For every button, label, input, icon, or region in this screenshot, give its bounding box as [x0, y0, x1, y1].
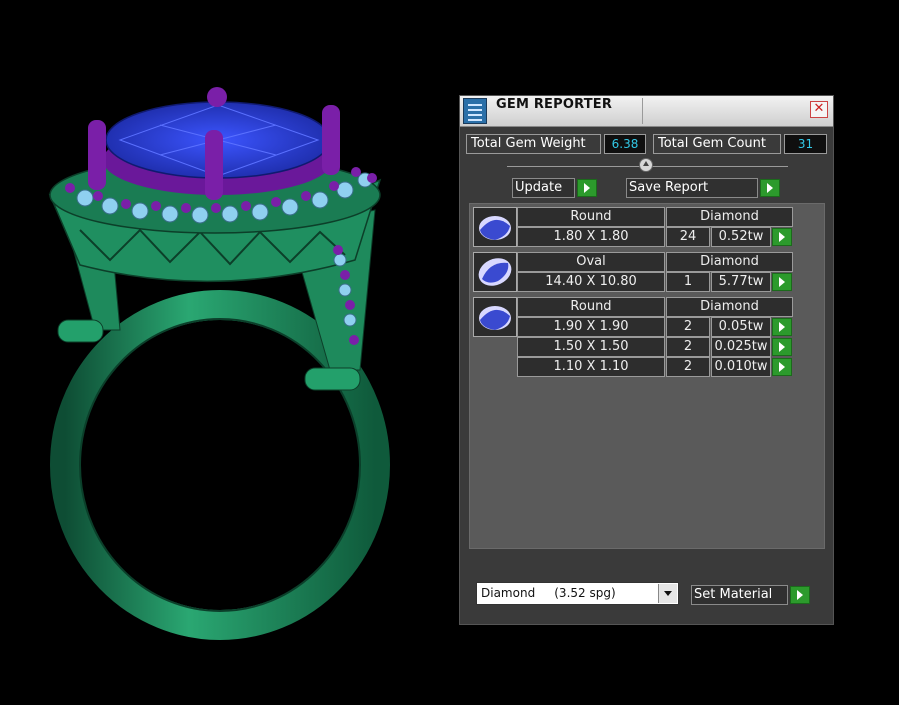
- save-report-go-icon[interactable]: [760, 179, 780, 197]
- gem-size: 14.40 X 10.80: [517, 272, 665, 292]
- gem-row-go-icon[interactable]: [772, 228, 792, 246]
- ring-3d-viewport[interactable]: [0, 0, 450, 701]
- gem-weight: 0.52tw: [711, 227, 771, 247]
- gem-oval-icon[interactable]: [473, 252, 517, 292]
- update-button-label: Update: [515, 180, 563, 195]
- gem-count: 1: [666, 272, 710, 292]
- gem-weight: 0.05tw: [711, 317, 771, 337]
- gem-count: 2: [666, 357, 710, 377]
- slider-handle[interactable]: [639, 158, 653, 172]
- save-report-button[interactable]: Save Report: [626, 178, 758, 198]
- update-button[interactable]: Update: [512, 178, 575, 198]
- gem-material: Diamond: [666, 252, 793, 272]
- gem-count: 24: [666, 227, 710, 247]
- title-divider: [642, 98, 643, 124]
- gem-size: 1.10 X 1.10: [517, 357, 665, 377]
- gem-material: Diamond: [666, 297, 793, 317]
- title-bar[interactable]: GEM REPORTER ✕: [460, 96, 833, 127]
- set-material-go-icon[interactable]: [790, 586, 810, 604]
- gem-row-go-icon[interactable]: [772, 318, 792, 336]
- gem-count: 2: [666, 317, 710, 337]
- gem-row-go-icon[interactable]: [772, 338, 792, 356]
- gem-weight: 0.010tw: [711, 357, 771, 377]
- material-dropdown[interactable]: Diamond (3.52 spg): [476, 582, 679, 605]
- total-gem-weight-label: Total Gem Weight: [466, 134, 601, 154]
- gem-round-icon[interactable]: [473, 207, 517, 247]
- total-gem-count-value: 31: [784, 134, 827, 154]
- gem-weight: 5.77tw: [711, 272, 771, 292]
- gem-weight: 0.025tw: [711, 337, 771, 357]
- update-go-icon[interactable]: [577, 179, 597, 197]
- gem-size: 1.80 X 1.80: [517, 227, 665, 247]
- gem-material: Diamond: [666, 207, 793, 227]
- panel-title: GEM REPORTER: [496, 97, 613, 112]
- total-gem-weight-value: 6.38: [604, 134, 646, 154]
- gem-size: 1.90 X 1.90: [517, 317, 665, 337]
- gem-count: 2: [666, 337, 710, 357]
- set-material-button[interactable]: Set Material: [691, 585, 788, 605]
- gem-row-go-icon[interactable]: [772, 273, 792, 291]
- material-dropdown-value: Diamond (3.52 spg): [481, 586, 616, 600]
- gem-reporter-app-icon: [463, 98, 487, 124]
- dropdown-arrow-icon[interactable]: [658, 584, 677, 603]
- gem-round-icon[interactable]: [473, 297, 517, 337]
- ring-model: [48, 87, 390, 640]
- gem-row-go-icon[interactable]: [772, 358, 792, 376]
- gem-shape: Oval: [517, 252, 665, 272]
- gem-shape: Round: [517, 297, 665, 317]
- gem-shape: Round: [517, 207, 665, 227]
- set-material-button-label: Set Material: [694, 587, 773, 602]
- close-button[interactable]: ✕: [810, 101, 828, 118]
- total-gem-count-label: Total Gem Count: [653, 134, 781, 154]
- gem-list: Round Diamond 1.80 X 1.80 24 0.52tw Oval…: [469, 203, 825, 549]
- gem-size: 1.50 X 1.50: [517, 337, 665, 357]
- save-report-button-label: Save Report: [629, 180, 709, 195]
- gem-reporter-panel: GEM REPORTER ✕ Total Gem Weight 6.38 Tot…: [459, 95, 834, 625]
